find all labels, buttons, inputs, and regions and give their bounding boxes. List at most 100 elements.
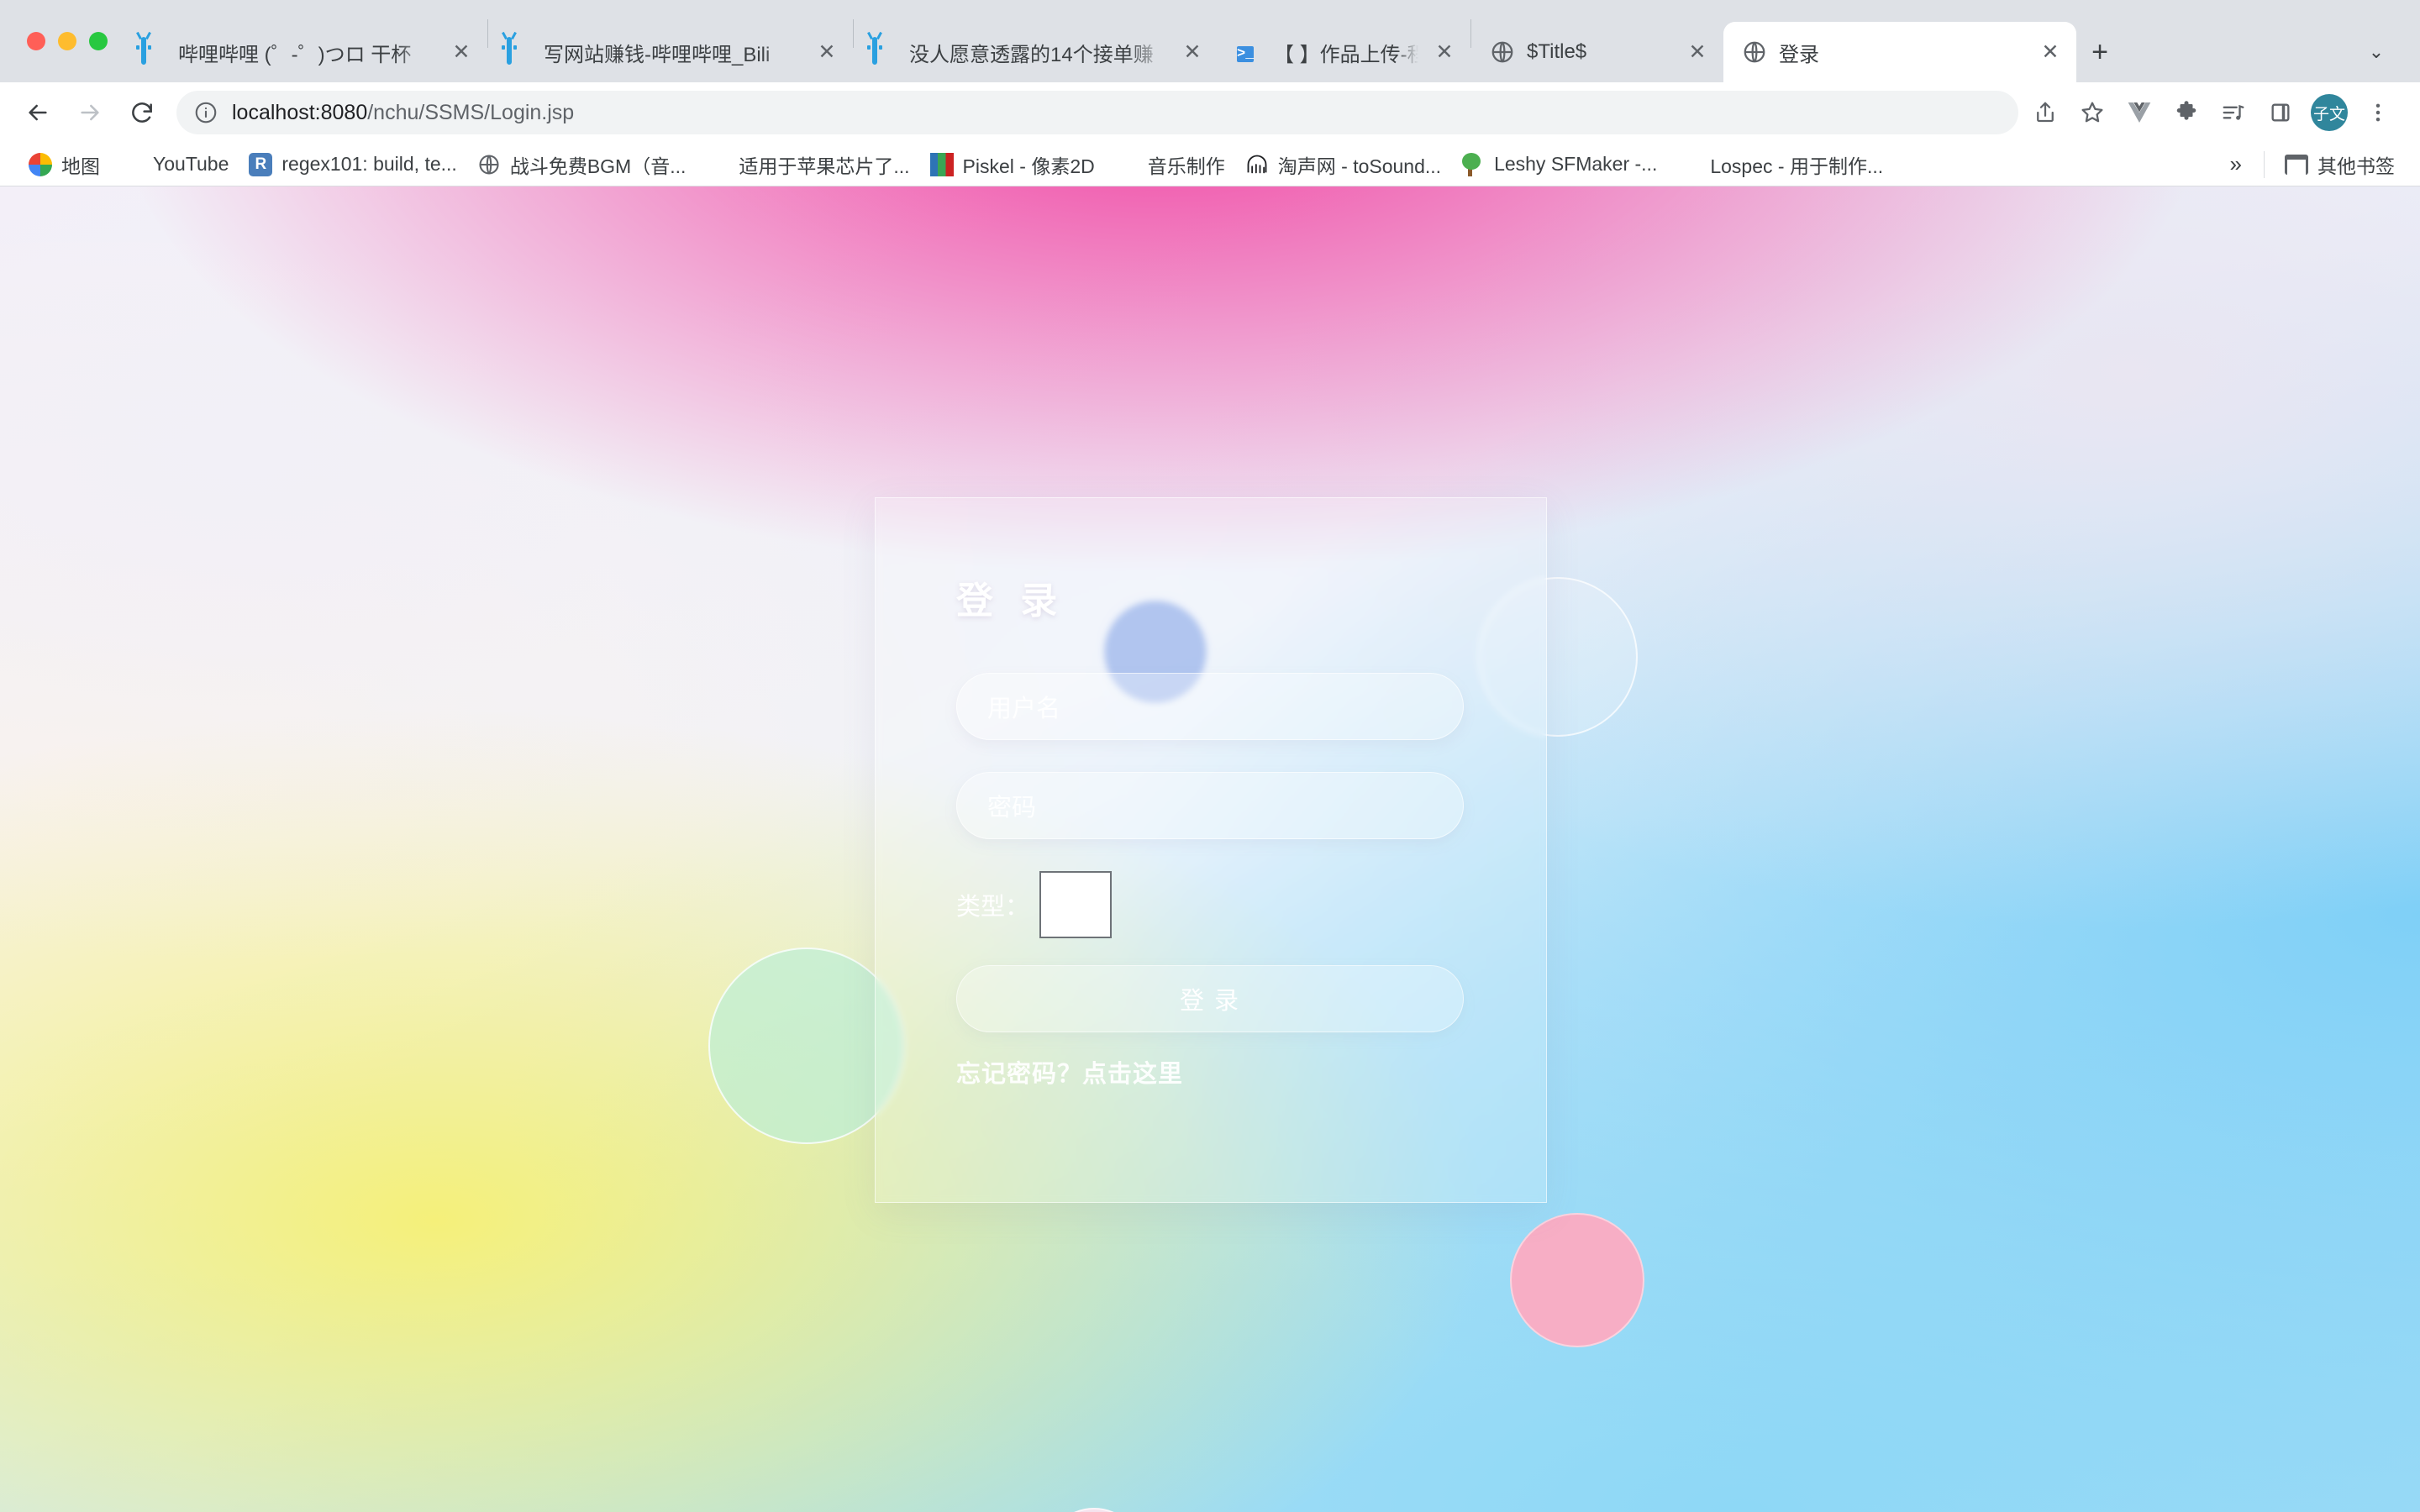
dark-app-icon [706,153,729,176]
share-icon[interactable] [2022,89,2069,136]
password-input[interactable]: 密码 [956,772,1464,839]
folder-icon [2285,154,2308,175]
page-title: 登 录 [956,580,1066,622]
bilibili-icon [502,37,532,65]
type-select[interactable] [1039,871,1113,938]
browser-tab-3[interactable]: 没人愿意透露的14个接单赚 ✕ [854,22,1218,82]
terminal-icon: >_ [1237,46,1255,62]
tab-title: 写网站赚钱-哔哩哔哩_Bili [544,43,771,66]
back-button[interactable] [12,87,64,139]
media-list-icon[interactable] [2210,89,2257,136]
username-placeholder: 用户名 [987,696,1061,722]
bookmarks-bar: 地图 YouTube R regex101: build, te... 战斗免费… [0,143,2420,186]
browser-toolbar: localhost:8080/nchu/SSMS/Login.jsp 子文 [0,82,2420,143]
login-card: 登 录 用户名 密码 类型： 登 录 忘记密码？点击这里 [875,497,1547,1203]
address-bar[interactable]: localhost:8080/nchu/SSMS/Login.jsp [176,91,2018,134]
new-tab-button[interactable]: + [2076,29,2123,76]
tab-search-icon[interactable]: ⌄ [2353,29,2400,76]
url-path: /nchu/SSMS/Login.jsp [367,100,575,124]
tab-strip: 哔哩哔哩 (゜-゜)つロ 干杯 ✕ 写网站赚钱-哔哩哔哩_Bili ✕ 没人愿意… [123,0,2420,82]
browser-tab-1[interactable]: 哔哩哔哩 (゜-゜)つロ 干杯 ✕ [123,22,487,82]
bookmark-lospec[interactable]: Lospec - 用于制作... [1667,145,1893,184]
bookmark-piskel[interactable]: Piskel - 像素2D [920,145,1105,184]
browser-tab-4[interactable]: >_ 【 】作品上传-程序 ✕ [1218,22,1470,82]
bookmarks-divider [2264,150,2265,178]
close-tab-icon[interactable]: ✕ [813,38,841,66]
regex101-icon: R [249,152,273,176]
pink-circle-decoration [1510,1213,1644,1347]
site-info-icon[interactable] [193,100,218,125]
tab-bar: 哔哩哔哩 (゜-゜)つロ 干杯 ✕ 写网站赚钱-哔哩哔哩_Bili ✕ 没人愿意… [0,0,2420,82]
lospec-icon [1677,153,1701,176]
vue-devtools-icon[interactable] [2116,89,2163,136]
url-host: localhost:8080 [232,100,368,124]
other-bookmarks-button[interactable]: 其他书签 [2275,145,2405,184]
bookmark-label: 战斗免费BGM（音... [509,155,687,177]
window-traffic-lights [0,0,123,82]
browser-tab-6-active[interactable]: 登录 ✕ [1723,22,2076,82]
close-tab-icon[interactable]: ✕ [2036,38,2065,66]
type-label: 类型： [956,894,1030,921]
tab-title: $Title$ [1527,40,1587,63]
music-icon [1115,153,1139,176]
extensions-puzzle-icon[interactable] [2163,89,2210,136]
youtube-icon [120,153,144,176]
login-button[interactable]: 登 录 [956,965,1464,1032]
profile-avatar[interactable]: 子文 [2311,94,2348,131]
password-placeholder: 密码 [987,795,1037,822]
google-maps-icon [29,152,52,176]
kebab-menu-icon[interactable] [2354,89,2402,136]
username-input[interactable]: 用户名 [956,673,1464,740]
bookmark-label: regex101: build, te... [281,153,457,175]
bilibili-icon [867,37,897,65]
toolbar-actions: 子文 [2022,89,2402,136]
bookmark-maps[interactable]: 地图 [18,145,110,184]
globe-icon [477,153,501,176]
bilibili-icon [136,37,166,65]
page-viewport: 登 录 用户名 密码 类型： 登 录 忘记密码？点击这里 [0,186,2420,1512]
globe-icon [1742,39,1767,65]
bookmark-apple-chip[interactable]: 适用于苹果芯片了... [696,145,919,184]
bookmark-label: YouTube [153,153,229,175]
bookmarks-overflow-button[interactable]: » [2218,146,2254,182]
forgot-password-link[interactable]: 忘记密码？点击这里 [956,1061,1183,1088]
bookmark-music[interactable]: 音乐制作 [1105,145,1235,184]
url-text: localhost:8080/nchu/SSMS/Login.jsp [232,101,574,125]
bookmark-label: Piskel - 像素2D [962,155,1095,177]
bookmark-star-icon[interactable] [2069,89,2116,136]
tosound-icon [1245,153,1269,176]
globe-icon [1490,39,1515,65]
tab-title: 登录 [1779,43,1819,66]
minimize-window-button[interactable] [58,32,76,50]
bookmark-label: 适用于苹果芯片了... [739,155,910,177]
tab-title: 【 】作品上传-程序 [1274,43,1418,66]
close-tab-icon[interactable]: ✕ [1178,38,1207,66]
maximize-window-button[interactable] [89,32,108,50]
tab-title: 哔哩哔哩 (゜-゜)つロ 干杯 [178,43,412,66]
bookmark-label: Lospec - 用于制作... [1710,155,1884,177]
side-panel-icon[interactable] [2257,89,2304,136]
browser-window: 哔哩哔哩 (゜-゜)つロ 干杯 ✕ 写网站赚钱-哔哩哔哩_Bili ✕ 没人愿意… [0,0,2420,1512]
bookmark-label: 地图 [61,155,100,177]
type-row: 类型： [956,871,1465,938]
pink-small-circle-decoration [1044,1508,1144,1512]
piskel-icon [929,152,954,176]
tree-icon [1461,152,1485,176]
bookmark-regex101[interactable]: R regex101: build, te... [239,148,466,181]
close-tab-icon[interactable]: ✕ [1430,38,1459,66]
browser-tab-5[interactable]: $Title$ ✕ [1471,22,1723,82]
forward-button[interactable] [64,87,116,139]
bookmark-leshy-sfmaker[interactable]: Leshy SFMaker -... [1451,148,1667,181]
bookmark-tosound[interactable]: 淘声网 - toSound... [1235,145,1451,184]
reload-button[interactable] [116,87,168,139]
bookmark-label: 音乐制作 [1147,155,1225,177]
other-bookmarks-label: 其他书签 [2317,155,2395,177]
browser-tab-2[interactable]: 写网站赚钱-哔哩哔哩_Bili ✕ [488,22,853,82]
bookmark-label: Leshy SFMaker -... [1494,153,1658,175]
tab-title: 没人愿意透露的14个接单赚 [909,43,1154,66]
close-tab-icon[interactable]: ✕ [447,38,476,66]
close-window-button[interactable] [27,32,45,50]
bookmark-bgm[interactable]: 战斗免费BGM（音... [467,145,697,184]
close-tab-icon[interactable]: ✕ [1683,38,1712,66]
bookmark-youtube[interactable]: YouTube [110,148,239,181]
